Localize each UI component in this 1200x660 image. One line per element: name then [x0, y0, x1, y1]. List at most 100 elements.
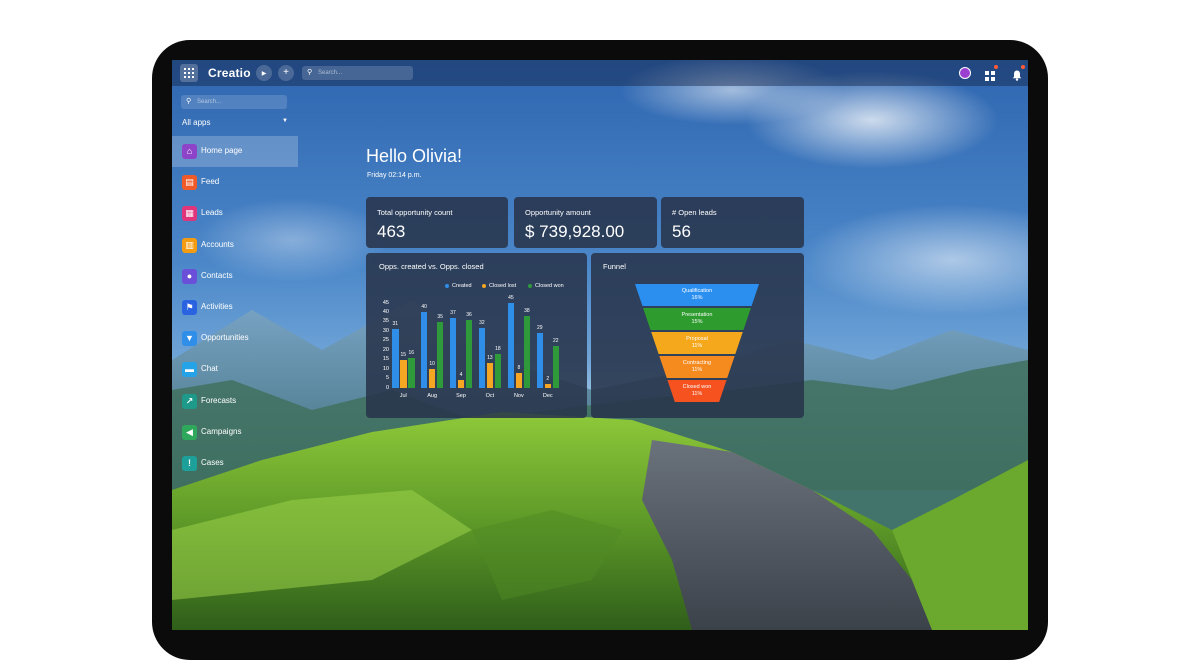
apps-menu-button[interactable] — [985, 65, 998, 81]
leads-icon: ▦ — [182, 206, 197, 222]
bar-closed-lost-oct[interactable] — [486, 363, 494, 388]
funnel-stage-value: 11% — [691, 367, 703, 373]
y-tick-label: 20 — [382, 346, 389, 353]
bar-created-aug[interactable] — [420, 312, 428, 388]
bar-created-jul[interactable] — [392, 329, 399, 388]
bar-closed-won-nov[interactable] — [523, 316, 531, 388]
bar-data-label: 35 — [437, 313, 443, 320]
home-icon: ⌂ — [182, 144, 197, 159]
bell-notification-dot — [1021, 65, 1025, 69]
greeting-title: Hello Olivia! — [366, 146, 463, 166]
sidebar-item-accounts[interactable]: ▥ Accounts — [172, 230, 298, 261]
sidebar-item-cases[interactable]: ! Cases — [172, 448, 298, 479]
app-filter-value: All apps — [182, 118, 211, 127]
funnel-stage-label: Contracting 11% — [635, 360, 759, 374]
y-tick-label: 10 — [382, 365, 389, 372]
funnel-chart-card[interactable]: Funnel Qualification 16% Presentation 15% Pr… — [591, 253, 804, 418]
x-tick-label: Nov — [513, 393, 524, 399]
bar-data-label: 29 — [536, 325, 543, 332]
bar-data-label: 36 — [466, 312, 472, 318]
bar-data-label: 16 — [408, 349, 415, 356]
sidebar-item-forecasts[interactable]: ↗ Forecasts — [172, 386, 298, 417]
cases-icon: ! — [182, 456, 197, 471]
kpi-value: 56 — [672, 222, 691, 241]
forecasts-icon: ↗ — [182, 393, 197, 409]
bar-closed-lost-aug[interactable] — [428, 369, 436, 388]
legend-item-closed-lost: Closed lost — [482, 283, 516, 289]
app-launcher-button[interactable] — [180, 64, 198, 82]
sidebar-item-chat[interactable]: ▬ Chat — [172, 354, 298, 385]
play-icon: ▶ — [261, 71, 267, 77]
sidebar-item-label: Cases — [201, 458, 224, 467]
sidebar: ⚲ Search... All apps ▼ ⌂ Home page ▤ Feed ▦ L… — [172, 86, 298, 630]
notifications-button[interactable] — [1012, 65, 1025, 81]
bar-closed-won-aug[interactable] — [436, 321, 444, 388]
sidebar-item-home-page[interactable]: ⌂ Home page — [172, 136, 298, 167]
funnel-stage-value: 15% — [691, 319, 703, 325]
bar-data-label: 40 — [421, 304, 427, 311]
sidebar-item-label: Campaigns — [201, 426, 242, 436]
bar-created-nov[interactable] — [507, 303, 515, 388]
sidebar-item-activities[interactable]: ⚑ Activities — [172, 292, 298, 323]
search-icon: ⚲ — [186, 98, 192, 105]
bar-data-label: 37 — [450, 310, 456, 317]
bar-closed-won-jul[interactable] — [408, 357, 415, 388]
bar-closed-lost-jul[interactable] — [400, 359, 407, 388]
opps-bar-chart-card[interactable]: Opps. created vs. Opps. closed Created C… — [366, 253, 587, 418]
campaigns-icon: ◀ — [182, 424, 197, 440]
x-tick-label: Dec — [542, 393, 553, 399]
x-tick-label: Sep — [456, 393, 466, 399]
sidebar-item-label: Feed — [201, 177, 220, 187]
funnel-stage-label: Closed won 11% — [635, 384, 759, 398]
apps-notification-dot — [994, 65, 998, 69]
bell-icon — [1012, 70, 1022, 81]
bar-closed-won-dec[interactable] — [552, 346, 559, 388]
funnel-stage-name: Contracting — [682, 360, 712, 366]
funnel-stage-name: Presentation — [681, 312, 713, 318]
legend-label: Created — [452, 283, 472, 289]
add-button[interactable]: + — [278, 65, 294, 81]
global-search-input[interactable]: ⚲ Search... — [302, 66, 413, 80]
kpi-card-opportunity-count[interactable]: Total opportunity count 463 — [366, 197, 508, 248]
funnel-stage-name: Proposal — [686, 336, 708, 342]
funnel-stage-name: Closed won — [682, 384, 712, 390]
app-filter-dropdown[interactable]: All apps ▼ — [182, 118, 288, 127]
kpi-card-open-leads[interactable]: # Open leads 56 — [661, 197, 804, 248]
accounts-icon: ▥ — [182, 237, 197, 253]
sidebar-search-input[interactable]: ⚲ Search... — [181, 95, 287, 109]
bar-closed-lost-nov[interactable] — [515, 372, 523, 388]
bar-closed-lost-dec[interactable] — [544, 384, 551, 388]
chat-icon: ▬ — [182, 362, 197, 378]
y-tick-label: 0 — [385, 384, 389, 391]
kpi-label: # Open leads — [672, 208, 717, 217]
funnel-stage-value: 16% — [691, 295, 703, 301]
kpi-card-opportunity-amount[interactable]: Opportunity amount $ 739,928.00 — [514, 197, 657, 248]
y-tick-label: 35 — [382, 318, 389, 325]
sidebar-item-opportunities[interactable]: ▼ Opportunities — [172, 323, 298, 354]
y-tick-label: 40 — [382, 308, 389, 315]
avatar[interactable] — [959, 67, 971, 79]
y-tick-label: 30 — [382, 327, 389, 334]
feed-icon: ▤ — [182, 175, 197, 191]
sidebar-item-leads[interactable]: ▦ Leads — [172, 198, 298, 229]
app-logo: Creatio — [208, 66, 251, 80]
bar-data-label: 32 — [479, 319, 485, 326]
bar-data-label: 38 — [524, 308, 530, 315]
bar-closed-won-sep[interactable] — [465, 320, 473, 388]
sidebar-item-label: Contacts — [201, 270, 233, 280]
sidebar-item-label: Forecasts — [201, 395, 237, 405]
sidebar-item-feed[interactable]: ▤ Feed — [172, 167, 298, 198]
opportunities-icon: ▼ — [182, 331, 197, 347]
bar-closed-won-oct[interactable] — [494, 354, 502, 388]
sidebar-item-label: Chat — [201, 364, 218, 374]
sidebar-item-campaigns[interactable]: ◀ Campaigns — [172, 417, 298, 448]
run-button[interactable]: ▶ — [256, 65, 272, 81]
funnel-stage-name: Qualification — [681, 288, 713, 294]
bar-closed-lost-sep[interactable] — [457, 380, 465, 388]
y-tick-label: 5 — [385, 375, 389, 382]
funnel-title: Funnel — [603, 262, 626, 271]
caret-down-icon: ▼ — [282, 118, 288, 124]
x-tick-label: Jul — [399, 393, 407, 399]
sidebar-item-contacts[interactable]: ● Contacts — [172, 261, 298, 292]
y-tick-label: 45 — [382, 299, 389, 306]
